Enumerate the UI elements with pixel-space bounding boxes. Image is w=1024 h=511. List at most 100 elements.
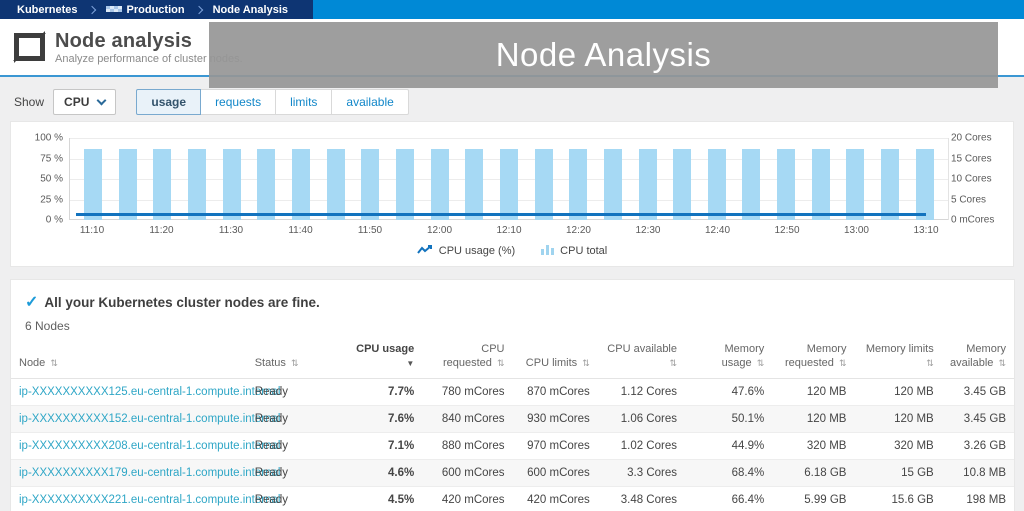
top-bar: Kubernetes Production Node Analysis bbox=[0, 0, 1024, 19]
node-metric-cell: 320 MB bbox=[854, 432, 942, 460]
production-cluster-icon bbox=[105, 5, 122, 12]
node-metric-cell: 7.6% bbox=[342, 405, 423, 433]
node-metric-cell: 600 mCores bbox=[512, 459, 598, 487]
cpu-total-bar[interactable] bbox=[881, 148, 900, 220]
cpu-total-bar[interactable] bbox=[777, 148, 796, 220]
node-name-cell: ip-XXXXXXXXXX152.eu-central-1.compute.in… bbox=[11, 405, 280, 433]
chart-plot-area[interactable] bbox=[69, 138, 949, 220]
tab-requests[interactable]: requests bbox=[200, 89, 277, 115]
node-metric-cell: 840 mCores bbox=[422, 405, 513, 433]
cluster-status: ✓ All your Kubernetes cluster nodes are … bbox=[11, 290, 1014, 312]
cpu-total-bar[interactable] bbox=[257, 148, 276, 220]
x-axis-tick: 13:10 bbox=[913, 225, 939, 236]
tab-available[interactable]: available bbox=[331, 89, 409, 115]
node-link[interactable]: ip-XXXXXXXXXX152.eu-central-1.compute.in… bbox=[19, 413, 280, 425]
nodes-table-head: Node ⇅ Status ⇅ CPU usage ▼ CPU requested ⇅… bbox=[11, 339, 1014, 379]
column-label: Node bbox=[19, 356, 46, 369]
column-header-memory-requested[interactable]: Memory requested ⇅ bbox=[772, 339, 855, 379]
cpu-total-bar[interactable] bbox=[742, 148, 761, 220]
column-header-node[interactable]: Node ⇅ bbox=[11, 339, 247, 379]
left-axis-labels: 100 % 75 % 50 % 25 % 0 % bbox=[19, 133, 63, 226]
x-axis-tick: 12:10 bbox=[496, 225, 522, 236]
tab-usage[interactable]: usage bbox=[136, 89, 202, 115]
cpu-total-bar[interactable] bbox=[811, 148, 830, 220]
cpu-total-bar[interactable] bbox=[326, 148, 345, 220]
sort-icon: ⇅ bbox=[838, 357, 847, 368]
cpu-total-bar[interactable] bbox=[673, 148, 692, 220]
cpu-total-bar[interactable] bbox=[291, 148, 310, 220]
node-metric-cell: 1.02 Cores bbox=[597, 432, 685, 460]
cpu-total-bar[interactable] bbox=[915, 148, 934, 220]
chart-legend: CPU usage (%) CPU total bbox=[11, 244, 1013, 258]
node-link[interactable]: ip-XXXXXXXXXX179.eu-central-1.compute.in… bbox=[19, 467, 280, 479]
x-axis-labels: 11:10 11:20 11:30 11:40 11:50 12:00 12:10 12:20… bbox=[69, 223, 949, 240]
breadcrumb-label: Production bbox=[126, 3, 185, 16]
cpu-total-bar[interactable] bbox=[499, 148, 518, 220]
cpu-total-bar[interactable] bbox=[222, 148, 241, 220]
column-header-cpu-usage[interactable]: CPU usage ▼ bbox=[342, 339, 423, 379]
column-header-memory-usage[interactable]: Memory usage ⇅ bbox=[685, 339, 773, 379]
column-header-status[interactable]: Status ⇅ bbox=[246, 339, 342, 379]
node-metric-cell: 3.45 GB bbox=[941, 378, 1014, 406]
cpu-total-bar[interactable] bbox=[395, 148, 414, 220]
cpu-total-bar[interactable] bbox=[846, 148, 865, 220]
node-link[interactable]: ip-XXXXXXXXXX221.eu-central-1.compute.in… bbox=[19, 494, 280, 506]
sort-icon: ⇅ bbox=[496, 357, 505, 368]
column-label: Memory limits bbox=[865, 343, 934, 355]
breadcrumb-item-production[interactable]: Production bbox=[97, 4, 194, 16]
metric-tabs: usage requests limits available bbox=[136, 89, 409, 115]
column-label: CPU requested bbox=[442, 343, 505, 369]
chevron-down-icon bbox=[96, 95, 107, 106]
sort-icon: ⇅ bbox=[582, 357, 590, 368]
node-metric-cell: 870 mCores bbox=[512, 378, 598, 406]
cpu-total-bar[interactable] bbox=[187, 148, 206, 220]
column-header-cpu-available[interactable]: CPU available ⇅ bbox=[597, 339, 685, 379]
sort-icon: ⇅ bbox=[926, 357, 934, 368]
cpu-total-bar[interactable] bbox=[430, 148, 449, 220]
cpu-total-bar[interactable] bbox=[361, 148, 380, 220]
cpu-total-bar[interactable] bbox=[603, 148, 622, 220]
legend-item[interactable]: CPU total bbox=[541, 244, 607, 258]
node-name-cell: ip-XXXXXXXXXX179.eu-central-1.compute.in… bbox=[11, 459, 280, 487]
cpu-total-bar[interactable] bbox=[84, 148, 102, 220]
node-link[interactable]: ip-XXXXXXXXXX125.eu-central-1.compute.in… bbox=[19, 386, 280, 398]
cpu-total-bar[interactable] bbox=[534, 148, 553, 220]
cpu-total-bar[interactable] bbox=[118, 148, 137, 220]
node-metric-cell: 930 mCores bbox=[512, 405, 598, 433]
right-axis-tick: 5 Cores bbox=[951, 194, 987, 205]
metric-select[interactable]: CPU bbox=[53, 89, 117, 115]
node-row: ip-XXXXXXXXXX125.eu-central-1.compute.in… bbox=[11, 378, 1014, 406]
show-label: Show bbox=[14, 95, 45, 109]
sort-icon: ⇅ bbox=[998, 357, 1006, 368]
column-header-memory-limits[interactable]: Memory limits ⇅ bbox=[854, 339, 942, 379]
cpu-total-bar[interactable] bbox=[638, 148, 657, 220]
cpu-total-bar[interactable] bbox=[153, 148, 172, 220]
node-metric-cell: 1.06 Cores bbox=[597, 405, 685, 433]
cpu-total-bar[interactable] bbox=[707, 148, 726, 220]
x-axis-tick: 12:50 bbox=[774, 225, 800, 236]
breadcrumb-item-kubernetes[interactable]: Kubernetes bbox=[8, 4, 87, 16]
tab-limits[interactable]: limits bbox=[275, 89, 333, 115]
breadcrumb-label: Kubernetes bbox=[17, 3, 78, 16]
node-metric-cell: 5.99 GB bbox=[772, 486, 855, 511]
right-axis-tick: 20 Cores bbox=[951, 132, 992, 144]
legend-item[interactable]: CPU usage (%) bbox=[416, 244, 515, 258]
node-metric-cell: 120 MB bbox=[854, 378, 942, 406]
column-header-memory-available[interactable]: Memory available ⇅ bbox=[941, 339, 1014, 379]
nodes-card: ✓ All your Kubernetes cluster nodes are … bbox=[10, 279, 1015, 511]
cpu-usage-line[interactable] bbox=[76, 212, 926, 216]
metric-select-value: CPU bbox=[64, 95, 90, 109]
x-axis-tick: 11:30 bbox=[218, 225, 244, 236]
sort-icon: ⇅ bbox=[756, 357, 765, 368]
node-row: ip-XXXXXXXXXX208.eu-central-1.compute.in… bbox=[11, 432, 1014, 460]
column-header-cpu-limits[interactable]: CPU limits ⇅ bbox=[512, 339, 598, 379]
breadcrumb-item-node-analysis[interactable]: Node Analysis bbox=[204, 4, 297, 16]
cpu-total-bar[interactable] bbox=[465, 148, 484, 220]
column-header-cpu-requested[interactable]: CPU requested ⇅ bbox=[422, 339, 513, 379]
node-metric-cell: 15 GB bbox=[854, 459, 942, 487]
sort-icon: ⇅ bbox=[669, 357, 677, 368]
node-link[interactable]: ip-XXXXXXXXXX208.eu-central-1.compute.in… bbox=[19, 440, 280, 452]
bar-series-icon bbox=[541, 244, 555, 258]
nodes-table-body: ip-XXXXXXXXXX125.eu-central-1.compute.in… bbox=[11, 378, 1014, 511]
cpu-total-bar[interactable] bbox=[569, 148, 588, 220]
